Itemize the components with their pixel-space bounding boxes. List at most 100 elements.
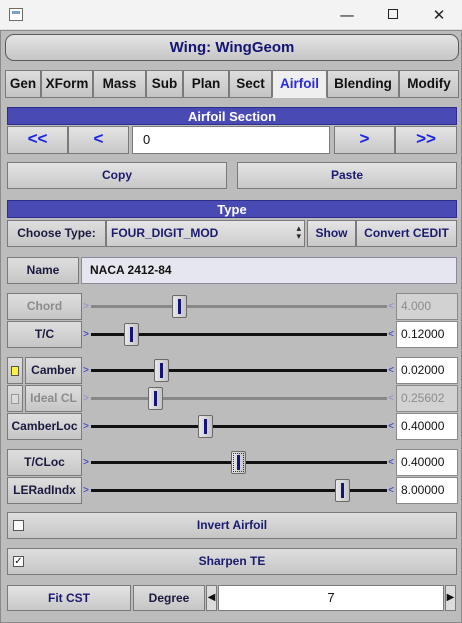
camber-value-field[interactable]: 0.02000 [396,357,458,384]
show-button[interactable]: Show [307,220,356,247]
tab-modify[interactable]: Modify [399,70,459,98]
camberloc-label: CamberLoc [7,413,82,440]
sharpen-te-label: Sharpen TE [198,554,266,568]
chord-slider-track [91,305,387,308]
tab-sub[interactable]: Sub [146,70,183,98]
tab-mass[interactable]: Mass [93,70,146,98]
ideal-cl-toggle[interactable] [7,385,23,412]
last-section-button[interactable]: >> [395,126,457,154]
degree-decrement-button[interactable]: ◀ [206,585,217,611]
copy-button[interactable]: Copy [7,162,227,189]
maximize-icon [388,9,398,19]
invert-airfoil-label: Invert Airfoil [196,518,268,532]
chord-value-field: 4.000 [396,293,458,320]
tab-plan[interactable]: Plan [183,70,229,98]
chord-dec-arrow[interactable]: > [82,293,90,320]
invert-airfoil-checkbox[interactable] [13,520,24,531]
leradindx-inc-arrow[interactable]: < [387,477,395,504]
leradindx-slider[interactable] [91,477,387,504]
ideal-cl-dec-arrow[interactable]: > [82,385,90,412]
tc-slider[interactable] [91,321,387,348]
minimize-button[interactable]: — [324,0,370,30]
tcloc-slider-thumb[interactable] [231,451,246,474]
ideal-cl-inc-arrow[interactable]: < [387,385,395,412]
fit-cst-button[interactable]: Fit CST [7,585,131,611]
leradindx-label: LERadIndx [7,477,82,504]
camberloc-value-field[interactable]: 0.40000 [396,413,458,440]
tc-dec-arrow[interactable]: > [82,321,90,348]
ideal-cl-value-field: 0.25602 [396,385,458,412]
maximize-button[interactable] [370,0,416,30]
chord-slider-row: Chord > < 4.000 [1,293,462,320]
section-index-field[interactable]: 0 [132,126,330,154]
invert-airfoil-toggle[interactable]: Invert Airfoil [7,512,457,539]
dropdown-spinner-icon: ▴ ▾ [296,223,301,241]
degree-label: Degree [133,585,205,611]
airfoil-section-header: Airfoil Section [7,107,457,125]
tc-slider-thumb[interactable] [124,323,140,346]
camber-slider-row: Camber > < 0.02000 [1,357,462,384]
tab-bar: Gen XForm Mass Sub Plan Sect Airfoil Ble… [5,70,459,98]
camberloc-slider[interactable] [91,413,387,440]
convert-cedit-button[interactable]: Convert CEDIT [356,220,457,247]
camber-toggle[interactable] [7,357,23,384]
tab-airfoil[interactable]: Airfoil [272,70,327,98]
sharpen-te-checkbox[interactable]: ✓ [13,556,24,567]
first-section-button[interactable]: << [7,126,68,154]
camber-slider-track [91,369,387,372]
leradindx-slider-thumb[interactable] [334,479,350,502]
app-icon [9,8,23,21]
tcloc-inc-arrow[interactable]: < [387,449,395,476]
sharpen-te-toggle[interactable]: ✓ Sharpen TE [7,548,457,575]
type-header: Type [7,200,457,218]
degree-value-field[interactable]: 7 [218,585,444,611]
camber-slider[interactable] [91,357,387,384]
airfoil-name-field[interactable]: NACA 2412-84 [81,257,457,284]
tcloc-slider-row: T/CLoc > < 0.40000 [1,449,462,476]
degree-increment-button[interactable]: ▶ [445,585,456,611]
ideal-cl-slider[interactable] [91,385,387,412]
tcloc-dec-arrow[interactable]: > [82,449,90,476]
tab-sect[interactable]: Sect [229,70,272,98]
camberloc-slider-row: CamberLoc > < 0.40000 [1,413,462,440]
camber-toggle-indicator [11,366,19,376]
leradindx-slider-row: LERadIndx > < 8.00000 [1,477,462,504]
leradindx-value-field[interactable]: 8.00000 [396,477,458,504]
paste-button[interactable]: Paste [237,162,457,189]
camber-inc-arrow[interactable]: < [387,357,395,384]
next-section-button[interactable]: > [334,126,395,154]
chord-slider-thumb[interactable] [171,295,187,318]
airfoil-type-dropdown[interactable]: FOUR_DIGIT_MOD ▴ ▾ [106,220,305,247]
tcloc-label: T/CLoc [7,449,82,476]
chord-slider[interactable] [91,293,387,320]
chord-label: Chord [7,293,82,320]
camber-dec-arrow[interactable]: > [82,357,90,384]
camber-label: Camber [25,357,82,384]
ideal-cl-slider-thumb[interactable] [148,387,164,410]
ideal-cl-toggle-indicator [11,394,19,404]
tcloc-value-field[interactable]: 0.40000 [396,449,458,476]
choose-type-label: Choose Type: [7,220,106,247]
camber-slider-thumb[interactable] [154,359,170,382]
chord-inc-arrow[interactable]: < [387,293,395,320]
ideal-cl-slider-row: Ideal CL > < 0.25602 [1,385,462,412]
tab-xform[interactable]: XForm [41,70,93,98]
camberloc-inc-arrow[interactable]: < [387,413,395,440]
panel-title: Wing: WingGeom [5,34,459,61]
tc-slider-row: T/C > < 0.12000 [1,321,462,348]
tc-label: T/C [7,321,82,348]
prev-section-button[interactable]: < [68,126,129,154]
tc-value-field[interactable]: 0.12000 [396,321,458,348]
close-button[interactable]: ✕ [416,0,462,30]
leradindx-dec-arrow[interactable]: > [82,477,90,504]
tc-inc-arrow[interactable]: < [387,321,395,348]
camberloc-slider-thumb[interactable] [198,415,214,438]
tab-blending[interactable]: Blending [327,70,399,98]
window-titlebar: — ✕ [0,0,462,30]
ideal-cl-label: Ideal CL [25,385,82,412]
camberloc-slider-track [91,425,387,428]
airfoil-type-value: FOUR_DIGIT_MOD [111,226,219,240]
tab-gen[interactable]: Gen [5,70,41,98]
camberloc-dec-arrow[interactable]: > [82,413,90,440]
tcloc-slider[interactable] [91,449,387,476]
